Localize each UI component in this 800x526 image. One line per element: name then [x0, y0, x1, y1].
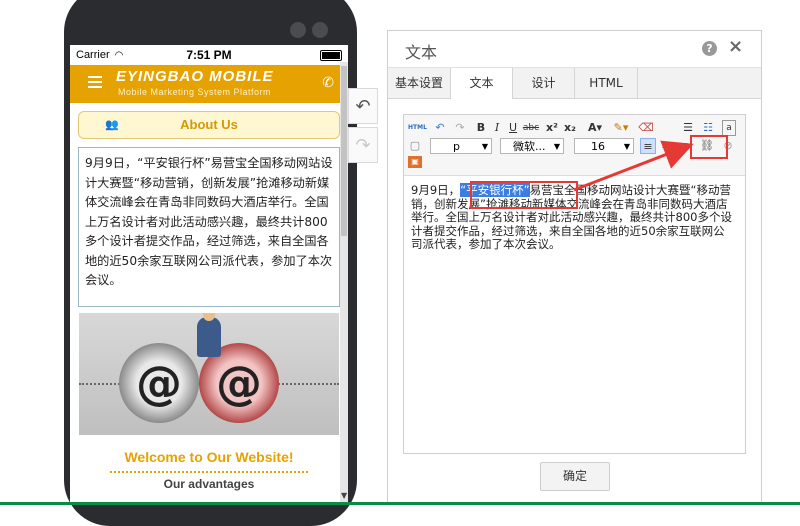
about-us-button[interactable]: 👥 About Us: [78, 111, 340, 139]
annotation-arrow: [573, 140, 694, 192]
bold-icon[interactable]: B: [474, 120, 488, 136]
mobile-header: EYINGBAO MOBILE Mobile Marketing System …: [70, 65, 348, 103]
tab-design[interactable]: 设计: [513, 68, 575, 98]
at-sign-photo: @ @: [79, 313, 339, 435]
select-all-icon[interactable]: a: [722, 120, 736, 136]
insert-image-icon[interactable]: ▣: [408, 156, 422, 168]
new-document-icon[interactable]: ▢: [408, 138, 422, 154]
highlight-icon[interactable]: ✎▾: [610, 120, 632, 136]
close-icon[interactable]: ×: [728, 36, 743, 57]
clock: 7:51 PM: [186, 48, 232, 62]
paragraph-format-select[interactable]: p ▼: [430, 138, 492, 154]
strikethrough-icon[interactable]: abc: [522, 120, 540, 136]
status-bar: Carrier ◠ 7:51 PM: [70, 45, 348, 65]
help-icon[interactable]: ?: [702, 41, 717, 56]
scroll-down-icon[interactable]: ▼: [341, 491, 347, 500]
unordered-list-icon[interactable]: ☷: [700, 120, 716, 136]
users-icon: 👥: [105, 119, 119, 131]
font-family-value: 微软...: [513, 140, 546, 153]
chevron-down-icon: ▼: [481, 142, 488, 151]
underline-icon[interactable]: U: [506, 120, 520, 136]
tab-basic-settings[interactable]: 基本设置: [388, 68, 451, 98]
welcome-heading: Welcome to Our Website!: [124, 449, 294, 465]
phone-screen: Carrier ◠ 7:51 PM EYINGBAO MOBILE Mobile…: [70, 45, 348, 505]
redo-button[interactable]: ↷: [348, 127, 378, 163]
article-text-block[interactable]: 9月9日，“平安银行杯”易营宝全国移动网站设计大赛暨“移动营销，创新发展”抢滩移…: [78, 147, 340, 307]
scrollbar-thumb[interactable]: [341, 66, 347, 236]
eraser-icon[interactable]: ⌫: [638, 120, 654, 136]
brand-name: EYINGBAO MOBILE: [116, 68, 274, 85]
redo-icon[interactable]: ↷: [452, 120, 468, 136]
divider: [110, 471, 308, 473]
undo-icon[interactable]: ↶: [432, 120, 448, 136]
advantages-heading: Our advantages: [163, 477, 255, 491]
phone-call-icon[interactable]: ✆: [322, 74, 334, 91]
tab-html[interactable]: HTML: [575, 68, 638, 98]
chart-icon[interactable]: [312, 22, 328, 38]
about-us-label: About Us: [180, 117, 238, 132]
tab-text[interactable]: 文本: [451, 68, 513, 99]
phone-scrollbar[interactable]: ▼: [340, 62, 348, 502]
silver-at-coin: @: [119, 343, 199, 423]
html-source-button[interactable]: HTML: [408, 120, 427, 136]
font-color-icon[interactable]: A▾: [584, 120, 606, 136]
paragraph-format-value: p: [453, 140, 460, 153]
ordered-list-icon[interactable]: ☰: [680, 120, 696, 136]
editor-text-before: 9月9日，: [411, 183, 461, 197]
undo-icon: ↶: [355, 95, 371, 117]
subscript-icon[interactable]: x₂: [562, 120, 578, 136]
ok-button[interactable]: 确定: [540, 462, 610, 491]
menu-icon[interactable]: [88, 76, 102, 91]
dialog-tabs: 基本设置 文本 设计 HTML: [388, 67, 761, 99]
figurine: [197, 313, 221, 357]
redo-icon: ↷: [355, 134, 371, 156]
text-dialog: 文本 ? × 基本设置 文本 设计 HTML HTML ↶ ↷ B I U ab…: [387, 30, 762, 504]
undo-button[interactable]: ↶: [348, 88, 378, 124]
wechat-icon[interactable]: [290, 22, 306, 38]
dialog-title: 文本: [405, 43, 438, 62]
phone-toolbar: [290, 22, 328, 38]
font-family-select[interactable]: 微软... ▼: [500, 138, 564, 154]
italic-icon[interactable]: I: [490, 120, 504, 136]
brand-tagline: Mobile Marketing System Platform: [118, 87, 272, 97]
superscript-icon[interactable]: x²: [544, 120, 560, 136]
battery-icon: [320, 50, 342, 61]
